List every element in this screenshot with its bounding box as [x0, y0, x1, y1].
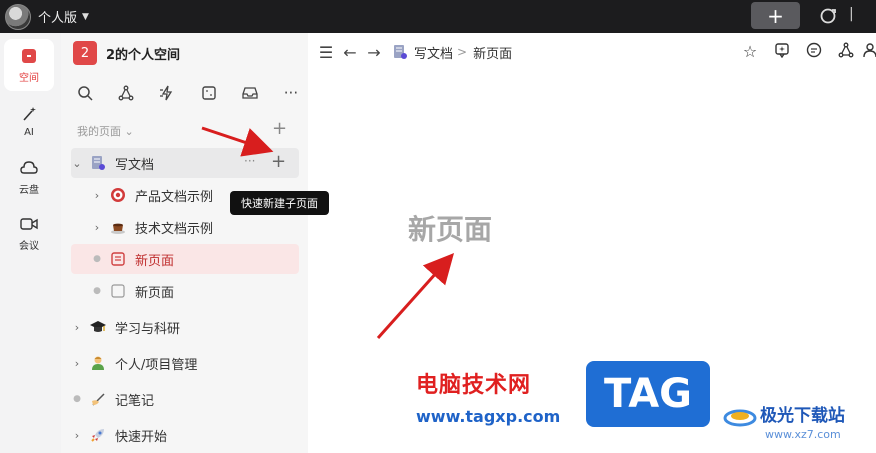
- watermark-jiguang-name: 极光下载站: [760, 406, 845, 426]
- jiguang-logo-icon: [723, 409, 757, 427]
- arrow-to-page-title: [376, 253, 455, 340]
- watermark-tag-logo: TAG: [586, 361, 710, 427]
- arrow-to-add-button: [201, 126, 274, 157]
- watermark-jiguang-url: www.xz7.com: [765, 428, 841, 441]
- watermark-site-name: 电脑技术网: [416, 373, 532, 398]
- watermark-site-url: www.tagxp.com: [416, 407, 561, 426]
